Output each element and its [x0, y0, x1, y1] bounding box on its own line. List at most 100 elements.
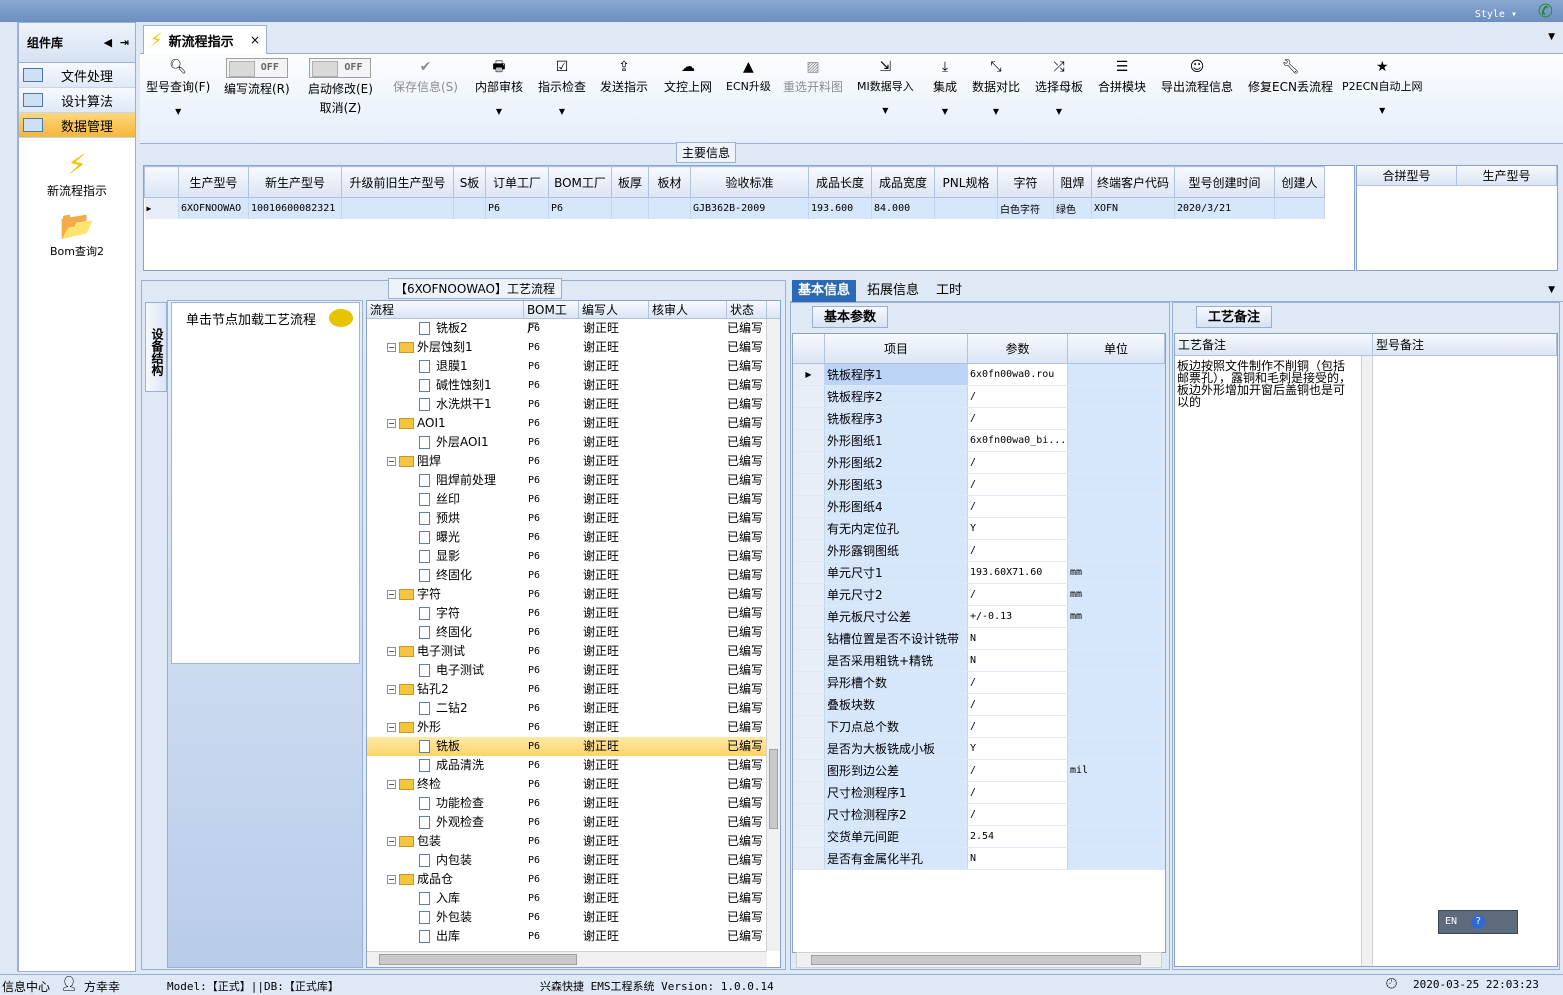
- column-header[interactable]: 新生产型号: [248, 166, 342, 198]
- collapse-icon[interactable]: −: [387, 837, 396, 846]
- table-cell[interactable]: 84.000: [871, 197, 935, 219]
- save-info-button[interactable]: ✔ 保存信息(S): [393, 58, 458, 95]
- tree-row[interactable]: 曝光 P6 谢正旺 已编写: [367, 528, 780, 547]
- tool-new-flow-instruction[interactable]: ⚡ 新流程指示: [19, 148, 135, 199]
- param-value[interactable]: /: [968, 760, 1068, 781]
- help-icon[interactable]: ?: [1471, 915, 1486, 929]
- table-cell[interactable]: P6: [485, 197, 549, 219]
- tree-row[interactable]: 外包装 P6 谢正旺 已编写: [367, 908, 780, 927]
- param-row[interactable]: 外形图纸4/: [793, 496, 1165, 518]
- param-value[interactable]: /: [968, 672, 1068, 693]
- param-value[interactable]: /: [968, 694, 1068, 715]
- collapse-icon[interactable]: −: [387, 647, 396, 656]
- param-row[interactable]: 尺寸检测程序1/: [793, 782, 1165, 804]
- param-row[interactable]: 交货单元间距 2.54: [793, 826, 1165, 848]
- vertical-scrollbar[interactable]: [1361, 356, 1373, 966]
- column-header[interactable]: 项目: [825, 334, 968, 363]
- column-header[interactable]: 验收标准: [690, 166, 809, 198]
- param-row[interactable]: 钻槽位置是否不设计铣带 N: [793, 628, 1165, 650]
- param-row[interactable]: 叠板块数 /: [793, 694, 1165, 716]
- param-row[interactable]: 异形槽个数 /: [793, 672, 1165, 694]
- collapse-left-icon[interactable]: ◀ ⇥: [104, 36, 129, 49]
- column-header[interactable]: 型号创建时间: [1174, 166, 1275, 198]
- tree-row[interactable]: 碱性蚀刻1 P6 谢正旺 已编写: [367, 376, 780, 395]
- write-flow-toggle[interactable]: OFF 编写流程(R): [224, 58, 290, 97]
- tree-row[interactable]: 预烘 P6 谢正旺 已编写: [367, 509, 780, 528]
- cancel-button[interactable]: 取消(Z): [308, 99, 373, 116]
- column-header[interactable]: 生产型号: [1457, 166, 1557, 185]
- chevron-down-icon[interactable]: ▼: [1548, 32, 1555, 42]
- ime-toolbar[interactable]: EN ?: [1438, 910, 1518, 934]
- tree-row[interactable]: 终固化 P6 谢正旺 已编写: [367, 623, 780, 642]
- param-row[interactable]: 是否有金属化半孔 N: [793, 848, 1165, 870]
- model-query-button[interactable]: 🔍︎ 型号查询(F) ▼: [146, 58, 210, 116]
- tree-row[interactable]: 外层AOI1 P6 谢正旺 已编写: [367, 433, 780, 452]
- tab-basic-params[interactable]: 基本参数: [812, 306, 888, 328]
- param-row[interactable]: 单元尺寸1 193.60X71.60 mm: [793, 562, 1165, 584]
- tree-row[interactable]: − 终检 P6 谢正旺 已编写: [367, 775, 780, 794]
- param-row[interactable]: 铣板程序3/: [793, 408, 1165, 430]
- send-instruction-button[interactable]: ⇪ 发送指示: [600, 58, 648, 95]
- tree-row[interactable]: 退膜1 P6 谢正旺 已编写: [367, 357, 780, 376]
- column-header[interactable]: 成品宽度: [871, 166, 935, 198]
- tree-row[interactable]: 入库 P6 谢正旺 已编写: [367, 889, 780, 908]
- column-header[interactable]: 成品长度: [808, 166, 872, 198]
- table-cell[interactable]: P6: [548, 197, 612, 219]
- vertical-scrollbar[interactable]: [766, 319, 780, 951]
- param-row[interactable]: 外形露铜图纸 /: [793, 540, 1165, 562]
- param-row[interactable]: 尺寸检测程序2/: [793, 804, 1165, 826]
- tree-row[interactable]: − 字符 P6 谢正旺 已编写: [367, 585, 780, 604]
- table-cell[interactable]: [648, 197, 691, 219]
- param-value[interactable]: /: [968, 496, 1068, 517]
- tool-bom-query2[interactable]: 📂 Bom查询2: [19, 209, 135, 259]
- param-row[interactable]: 单元尺寸2/mm: [793, 584, 1165, 606]
- param-value[interactable]: /: [968, 408, 1068, 429]
- select-mother-board-button[interactable]: ⤮ 选择母板 ▼: [1035, 58, 1083, 116]
- param-value[interactable]: /: [968, 782, 1068, 803]
- param-value[interactable]: 193.60X71.60: [968, 562, 1068, 583]
- tree-row[interactable]: − AOI1 P6 谢正旺 已编写: [367, 414, 780, 433]
- tree-row[interactable]: − 阻焊 P6 谢正旺 已编写: [367, 452, 780, 471]
- horizontal-scrollbar[interactable]: [367, 951, 767, 967]
- tree-row[interactable]: 丝印 P6 谢正旺 已编写: [367, 490, 780, 509]
- param-row[interactable]: 图形到边公差 / mil: [793, 760, 1165, 782]
- param-value[interactable]: /: [968, 716, 1068, 737]
- column-header[interactable]: 工艺备注: [1175, 334, 1373, 355]
- table-cell[interactable]: 6XOFNOOWAO: [178, 197, 249, 219]
- component-item[interactable]: 数据管理: [19, 113, 135, 138]
- param-row[interactable]: 单元板尺寸公差 +/-0.13 mm: [793, 606, 1165, 628]
- tab-process-remarks[interactable]: 工艺备注: [1196, 306, 1272, 328]
- chevron-down-icon[interactable]: ▼: [1548, 285, 1555, 295]
- tree-row[interactable]: 阻焊前处理 P6 谢正旺 已编写: [367, 471, 780, 490]
- column-header[interactable]: 型号备注: [1373, 334, 1557, 355]
- column-header[interactable]: 字符: [997, 166, 1054, 198]
- fix-ecn-button[interactable]: 🔧︎ 修复ECN丢流程: [1248, 58, 1333, 95]
- param-value[interactable]: /: [968, 452, 1068, 473]
- start-edit-toggle[interactable]: OFF 启动修改(E) 取消(Z): [308, 58, 373, 116]
- table-cell[interactable]: XOFN: [1091, 197, 1175, 219]
- ecn-upgrade-button[interactable]: ▲ ECN升级: [726, 58, 771, 94]
- style-menu[interactable]: Style ▾: [1475, 9, 1517, 20]
- tree-row[interactable]: − 包装 P6 谢正旺 已编写: [367, 832, 780, 851]
- column-header[interactable]: 单位: [1068, 334, 1165, 363]
- param-row[interactable]: 有无内定位孔 Y: [793, 518, 1165, 540]
- table-cell[interactable]: [934, 197, 998, 219]
- p2ecn-button[interactable]: ★ P2ECN自动上网 ▼: [1342, 58, 1423, 115]
- param-row[interactable]: 下刀点总个数 /: [793, 716, 1165, 738]
- column-header[interactable]: 流程: [367, 301, 524, 318]
- export-flow-button[interactable]: ☺ 导出流程信息: [1161, 58, 1233, 95]
- table-cell[interactable]: 绿色: [1053, 197, 1092, 219]
- component-item[interactable]: 文件处理: [19, 63, 135, 88]
- internal-review-button[interactable]: 🖶 内部审核 ▼: [475, 58, 523, 116]
- collapse-icon[interactable]: −: [387, 590, 396, 599]
- param-value[interactable]: N: [968, 650, 1068, 671]
- param-value[interactable]: Y: [968, 738, 1068, 759]
- phone-icon[interactable]: ✆: [1538, 1, 1553, 22]
- table-cell[interactable]: 2020/3/21: [1174, 197, 1275, 219]
- column-header[interactable]: 升级前旧生产型号: [341, 166, 454, 198]
- combine-module-button[interactable]: ☰ 合拼模块: [1098, 58, 1146, 95]
- tree-row[interactable]: 铣板2 P6 谢正旺 已编写: [367, 319, 780, 338]
- tree-row[interactable]: − 成品仓 P6 谢正旺 已编写: [367, 870, 780, 889]
- column-header[interactable]: 创建人: [1274, 166, 1325, 198]
- column-header[interactable]: S板: [453, 166, 486, 198]
